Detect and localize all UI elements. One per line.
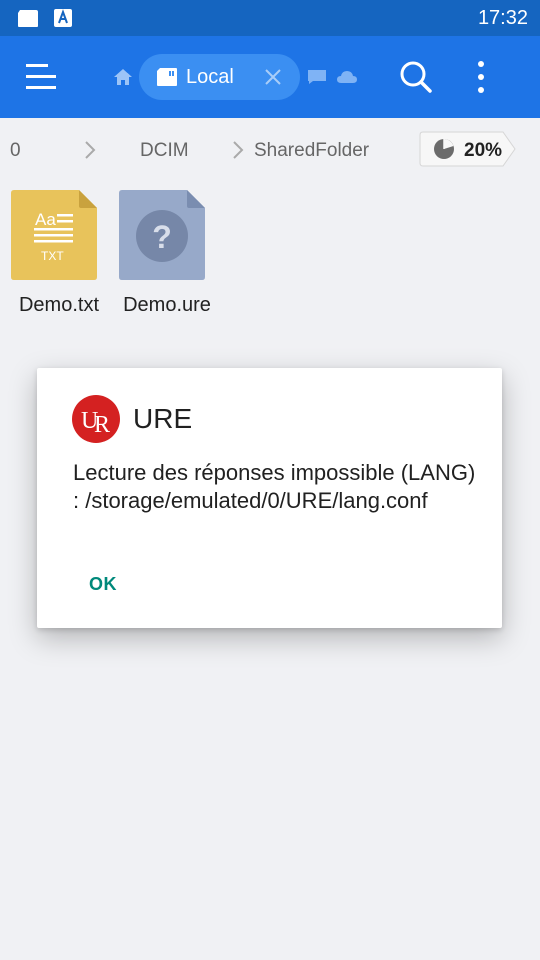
status-bar: 17:32 [0,0,540,36]
file-icon-glyph: Aa [35,210,56,229]
clock: 17:32 [477,7,528,29]
app-notification-icon [54,9,72,27]
search-icon[interactable] [399,60,433,94]
home-icon[interactable] [113,68,133,86]
alert-dialog: U R URE Lecture des réponses impossible … [37,368,502,628]
chevron-right-icon [85,141,96,159]
chevron-right-icon [233,141,244,159]
file-name: Demo.txt [18,294,100,316]
file-name: Demo.ure [123,294,211,316]
ure-logo-icon: U R [72,395,120,443]
storage-usage-button[interactable]: 20% [419,131,516,167]
breadcrumb-item-sharedfolder[interactable]: SharedFolder [254,140,369,162]
close-icon[interactable] [265,69,281,85]
breadcrumb-item-0[interactable]: 0 [10,140,21,162]
dialog-message: Lecture des réponses impossible (LANG) :… [73,460,476,513]
text-file-icon: Aa TXT [11,190,97,280]
message-icon[interactable] [307,69,327,85]
sd-card-icon [18,10,38,27]
ok-button[interactable]: OK [77,568,129,601]
sd-card-icon [157,68,177,86]
pie-chart-icon [434,139,454,159]
tab-local[interactable]: Local [139,54,300,100]
file-item-demo-ure[interactable]: ? Demo.ure [119,190,215,319]
menu-icon[interactable] [26,63,58,91]
unknown-file-icon: ? [119,190,205,280]
breadcrumb-item-dcim[interactable]: DCIM [140,140,189,162]
more-options-icon[interactable] [476,60,486,94]
svg-text:R: R [94,412,110,438]
tab-label: Local [186,66,234,88]
file-item-demo-txt[interactable]: Aa TXT Demo.txt [11,190,107,319]
cloud-icon[interactable] [336,70,358,84]
question-mark-icon: ? [152,219,172,255]
app-bar: Local [0,36,540,118]
dialog-title: URE [133,403,193,434]
storage-percent: 20% [464,140,503,161]
file-type-label: TXT [41,249,64,263]
